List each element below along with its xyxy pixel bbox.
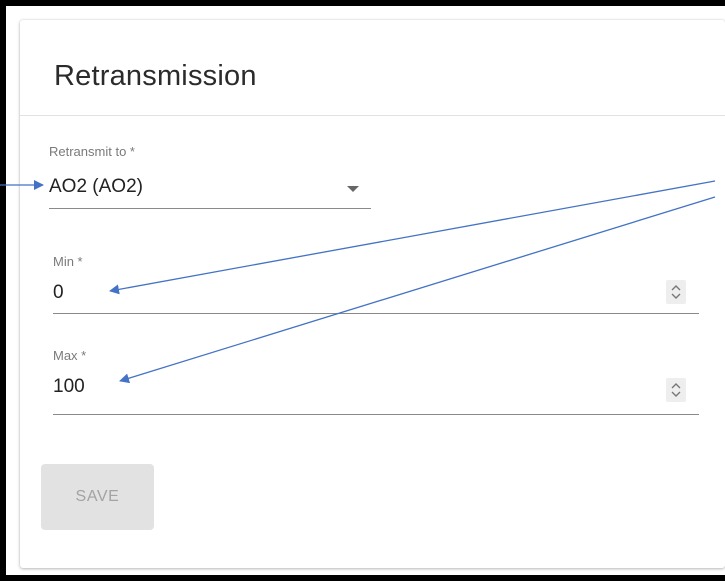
retransmit-to-underline <box>49 208 371 209</box>
chevron-down-icon <box>347 186 359 192</box>
retransmission-card: Retransmission Retransmit to * AO2 (AO2)… <box>20 20 725 568</box>
card-header: Retransmission <box>20 20 725 116</box>
max-field[interactable]: 100 <box>53 372 699 418</box>
card-title: Retransmission <box>54 60 257 92</box>
max-underline <box>53 414 699 415</box>
max-label: Max * <box>53 348 87 363</box>
max-value: 100 <box>53 376 85 397</box>
min-underline <box>53 313 699 314</box>
min-label: Min * <box>53 254 83 269</box>
retransmit-to-select[interactable]: AO2 (AO2) <box>49 170 371 210</box>
save-button[interactable]: SAVE <box>41 464 154 530</box>
min-value: 0 <box>53 282 64 303</box>
min-spinner-icon[interactable] <box>666 280 686 304</box>
retransmit-to-value: AO2 (AO2) <box>49 176 143 197</box>
max-spinner-icon[interactable] <box>666 378 686 402</box>
screenshot-frame: Retransmission Retransmit to * AO2 (AO2)… <box>6 6 725 575</box>
min-field[interactable]: 0 <box>53 278 699 316</box>
retransmit-to-label: Retransmit to * <box>49 144 135 159</box>
